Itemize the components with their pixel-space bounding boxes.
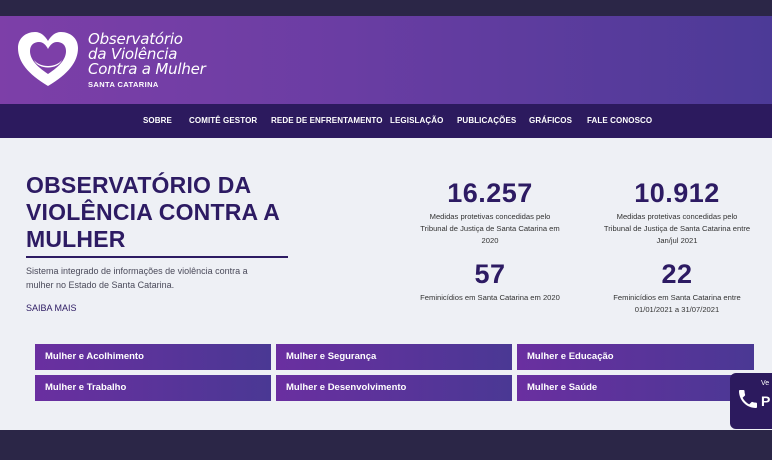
logo-subtitle: SANTA CATARINA xyxy=(88,80,159,89)
stat-value: 10.912 xyxy=(634,178,720,208)
stat-value: 22 xyxy=(661,259,693,289)
stat-label-line: 01/01/2021 a 31/07/2021 xyxy=(634,305,720,314)
site-header: Observatório da Violência Contra a Mulhe… xyxy=(0,16,772,104)
stat-label: Medidas protetivas concedidas pelo Tribu… xyxy=(395,211,585,247)
tile-mulher-e-desenvolvimento[interactable]: Mulher e Desenvolvimento xyxy=(276,375,512,401)
tile-mulher-e-trabalho[interactable]: Mulher e Trabalho xyxy=(35,375,271,401)
phone-widget-label: Ve xyxy=(761,380,770,387)
stat-label: Feminicídios em Santa Catarina entre 01/… xyxy=(582,292,772,316)
stat-label-line: Jan/jul 2021 xyxy=(656,236,698,245)
stat-label-line: Feminicídios em Santa Catarina em 2020 xyxy=(420,293,560,302)
stat-label-line: Medidas protetivas concedidas pelo xyxy=(616,212,738,221)
page-title-line: VIOLÊNCIA CONTRA A xyxy=(26,199,281,225)
tile-mulher-e-acolhimento[interactable]: Mulher e Acolhimento xyxy=(35,344,271,370)
stat-medidas-2021: 10.912 Medidas protetivas concedidas pel… xyxy=(582,178,772,247)
logo-line: Contra a Mulher xyxy=(88,60,206,78)
phone-contact-widget[interactable]: Ve P xyxy=(730,373,772,429)
saiba-mais-link[interactable]: SAIBA MAIS xyxy=(26,303,77,313)
nav-item-rede-de-enfrentamento[interactable]: REDE DE ENFRENTAMENTO xyxy=(271,116,383,125)
nav-item-legislacao[interactable]: LEGISLAÇÃO xyxy=(390,116,443,125)
hero-description: Sistema integrado de informações de viol… xyxy=(26,264,296,292)
stat-medidas-2020: 16.257 Medidas protetivas concedidas pel… xyxy=(395,178,585,247)
stat-feminicidios-2021: 22 Feminicídios em Santa Catarina entre … xyxy=(582,259,772,316)
nav-item-sobre[interactable]: SOBRE xyxy=(143,116,172,125)
stat-label-line: Medidas protetivas concedidas pelo xyxy=(429,212,551,221)
tile-mulher-e-educacao[interactable]: Mulher e Educação xyxy=(517,344,754,370)
main-content: OBSERVATÓRIO DA VIOLÊNCIA CONTRA A MULHE… xyxy=(0,138,772,430)
tile-mulher-e-seguranca[interactable]: Mulher e Segurança xyxy=(276,344,512,370)
phone-icon xyxy=(739,390,757,408)
title-underline xyxy=(26,256,288,258)
footer-strip xyxy=(0,430,772,460)
hero-description-line: mulher no Estado de Santa Catarina. xyxy=(26,280,175,290)
nav-item-publicacoes[interactable]: PUBLICAÇÕES xyxy=(457,116,516,125)
top-strip xyxy=(0,0,772,16)
stat-label: Medidas protetivas concedidas pelo Tribu… xyxy=(582,211,772,247)
heart-hands-logo-icon[interactable] xyxy=(14,30,82,90)
stat-label-line: Tribunal de Justiça de Santa Catarina em xyxy=(420,224,560,233)
stat-value: 16.257 xyxy=(447,178,533,208)
tile-mulher-e-saude[interactable]: Mulher e Saúde xyxy=(517,375,754,401)
stat-label-line: 2020 xyxy=(481,236,499,245)
phone-widget-letter: P xyxy=(761,393,771,409)
page-title-line: MULHER xyxy=(26,226,126,252)
main-nav: SOBRE COMITÊ GESTOR REDE DE ENFRENTAMENT… xyxy=(0,104,772,138)
page-title: OBSERVATÓRIO DA VIOLÊNCIA CONTRA A MULHE… xyxy=(26,172,306,253)
stat-feminicidios-2020: 57 Feminicídios em Santa Catarina em 202… xyxy=(395,259,585,304)
hero-description-line: Sistema integrado de informações de viol… xyxy=(26,266,248,276)
stat-value: 57 xyxy=(474,259,506,289)
nav-item-graficos[interactable]: GRÁFICOS xyxy=(529,116,572,125)
stat-label: Feminicídios em Santa Catarina em 2020 xyxy=(395,292,585,304)
nav-item-fale-conosco[interactable]: FALE CONOSCO xyxy=(587,116,652,125)
nav-item-comite-gestor[interactable]: COMITÊ GESTOR xyxy=(189,116,257,125)
stat-label-line: Feminicídios em Santa Catarina entre xyxy=(613,293,741,302)
stat-label-line: Tribunal de Justiça de Santa Catarina en… xyxy=(603,224,751,233)
logo-text[interactable]: Observatório da Violência Contra a Mulhe… xyxy=(88,32,206,90)
page-title-line: OBSERVATÓRIO DA xyxy=(26,172,252,198)
